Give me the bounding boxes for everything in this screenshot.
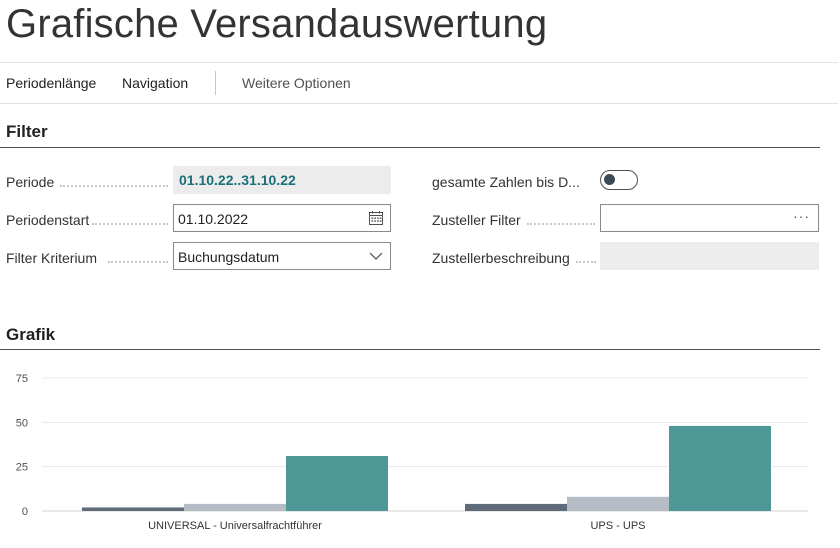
gesamte-zahlen-label: gesamte Zahlen bis D...	[432, 174, 580, 190]
periodenstart-value: 01.10.2022	[178, 211, 249, 227]
filter-section-divider	[0, 147, 820, 148]
navigation-action[interactable]: Navigation	[122, 75, 188, 91]
filter-section-title: Filter	[6, 122, 48, 141]
category-label: UNIVERSAL - Universalfrachtführer	[148, 520, 322, 532]
chart-bar[interactable]	[82, 507, 184, 511]
zustellerbeschreibung-value	[600, 242, 819, 270]
periode-value: 01.10.22..31.10.22	[173, 166, 391, 194]
zusteller-filter-input[interactable]: ···	[600, 204, 819, 232]
chart-bar[interactable]	[669, 425, 771, 511]
filter-kriterium-label: Filter Kriterium	[6, 250, 98, 266]
zustellerbeschreibung-dots	[576, 261, 596, 263]
action-bar: Periodenlänge Navigation Weitere Optione…	[0, 62, 838, 104]
y-tick-label: 75	[16, 373, 28, 385]
periode-label: Periode	[6, 174, 55, 190]
y-tick-label: 0	[22, 506, 28, 518]
page-title: Grafische Versandauswertung	[6, 2, 548, 46]
category-label: UPS - UPS	[590, 520, 645, 532]
grafik-section-title: Grafik	[6, 325, 56, 344]
periode-dots	[60, 185, 168, 187]
grafik-section-divider	[0, 349, 820, 350]
periodenstart-dots	[92, 223, 168, 225]
filter-kriterium-select[interactable]: Buchungsdatum	[173, 242, 391, 270]
zusteller-filter-dots	[527, 223, 595, 225]
periodenstart-input[interactable]: 01.10.2022	[173, 204, 391, 232]
more-icon[interactable]: ···	[793, 208, 810, 224]
chevron-down-icon[interactable]	[368, 248, 384, 264]
shipment-bar-chart: 0 25 50 75 UNIVERSAL - Universalfrachtführer…	[16, 373, 808, 532]
zustellerbeschreibung-label: Zustellerbeschreibung	[432, 250, 570, 266]
chart-bar[interactable]	[465, 503, 567, 511]
calendar-icon[interactable]	[368, 210, 384, 226]
chart-bar[interactable]	[286, 456, 388, 511]
more-options-action[interactable]: Weitere Optionen	[242, 75, 351, 91]
action-divider	[215, 71, 216, 95]
y-tick-label: 25	[16, 462, 28, 474]
chart-bar[interactable]	[184, 503, 286, 511]
gesamte-zahlen-toggle[interactable]	[600, 170, 638, 190]
toggle-knob	[604, 174, 615, 185]
period-length-action[interactable]: Periodenlänge	[6, 75, 96, 91]
periodenstart-label: Periodenstart	[6, 212, 90, 228]
y-tick-label: 50	[16, 417, 28, 429]
chart-bar[interactable]	[567, 496, 669, 511]
zusteller-filter-label: Zusteller Filter	[432, 212, 521, 228]
filter-kriterium-dots	[108, 261, 168, 263]
filter-kriterium-value: Buchungsdatum	[178, 249, 280, 265]
